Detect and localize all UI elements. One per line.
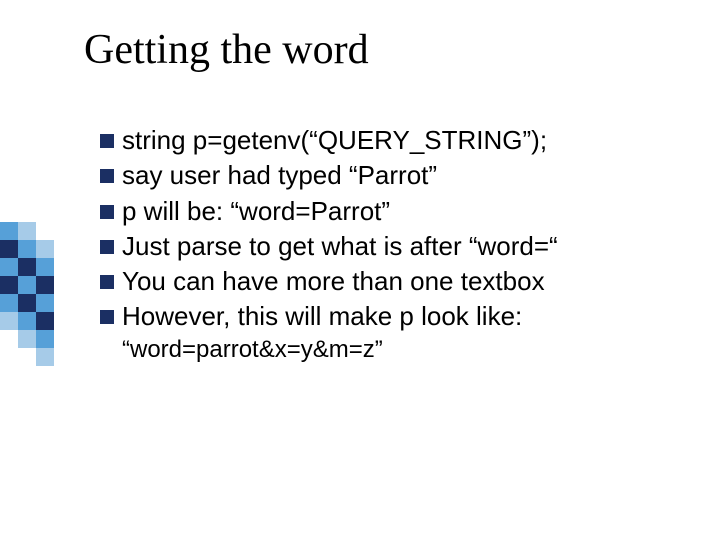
stripe: [0, 294, 18, 312]
bullet-icon: [100, 205, 114, 219]
decorative-sidebar: [0, 0, 58, 540]
bullet-item: Just parse to get what is after “word=“: [100, 230, 690, 263]
stripe: [18, 294, 36, 312]
stripe: [0, 222, 18, 240]
bullet-icon: [100, 169, 114, 183]
stripe: [36, 330, 54, 348]
stripe: [36, 258, 54, 276]
bullet-item: say user had typed “Parrot”: [100, 159, 690, 192]
bullet-text: You can have more than one textbox: [122, 265, 690, 298]
stripe: [18, 330, 36, 348]
bullet-item: p will be: “word=Parrot”: [100, 195, 690, 228]
bullet-item: string p=getenv(“QUERY_STRING”);: [100, 124, 690, 157]
bullet-text: string p=getenv(“QUERY_STRING”);: [122, 124, 690, 157]
bullet-text: p will be: “word=Parrot”: [122, 195, 690, 228]
bullet-item: You can have more than one textbox: [100, 265, 690, 298]
sub-text: “word=parrot&x=y&m=z”: [122, 336, 690, 364]
bullet-text: say user had typed “Parrot”: [122, 159, 690, 192]
stripe: [18, 312, 36, 330]
stripe: [18, 276, 36, 294]
slide-content: string p=getenv(“QUERY_STRING”); say use…: [100, 124, 690, 364]
stripe: [18, 240, 36, 258]
stripe: [0, 240, 18, 258]
bullet-icon: [100, 134, 114, 148]
slide-title: Getting the word: [84, 26, 369, 74]
bullet-text: Just parse to get what is after “word=“: [122, 230, 690, 263]
bullet-text: However, this will make p look like:: [122, 300, 690, 333]
stripe: [36, 240, 54, 258]
bullet-icon: [100, 310, 114, 324]
stripe: [0, 276, 18, 294]
stripe: [36, 294, 54, 312]
stripe: [0, 312, 18, 330]
stripe: [0, 258, 18, 276]
stripe: [18, 258, 36, 276]
stripe: [36, 312, 54, 330]
bullet-icon: [100, 275, 114, 289]
stripe: [36, 348, 54, 366]
bullet-icon: [100, 240, 114, 254]
bullet-item: However, this will make p look like:: [100, 300, 690, 333]
stripe: [36, 276, 54, 294]
stripe: [18, 222, 36, 240]
